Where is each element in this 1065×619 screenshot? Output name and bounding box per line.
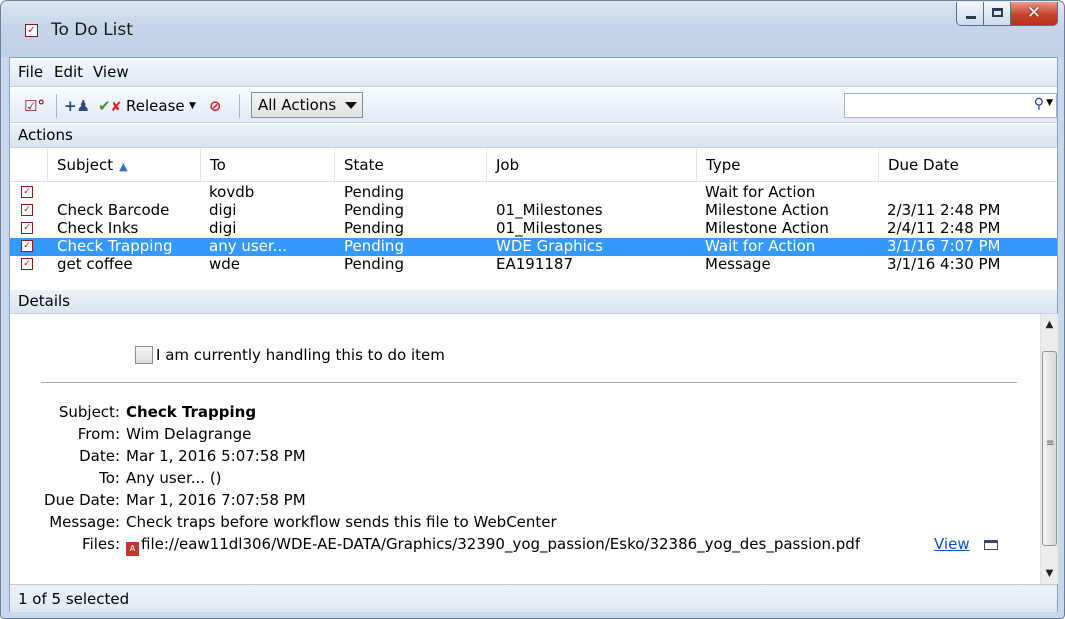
menu-file[interactable]: File [18,63,43,81]
scrollbar-grip-icon: ≡ [1046,438,1055,449]
release-button[interactable]: Release [126,96,185,116]
file-path-link[interactable]: file://eaw11dl306/WDE-AE-DATA/Graphics/3… [141,535,860,553]
scroll-up-icon[interactable]: ▲ [1041,314,1058,334]
to-row: To: Any user... () [10,469,1010,490]
todo-item-icon: ✓ [21,204,33,216]
actions-table-header: Subject ▲ To State Job Type Due Date [10,149,1057,182]
menu-view[interactable]: View [93,63,129,81]
window-controls: ✕ [956,2,1058,29]
message-label: Message: [49,513,120,531]
table-row[interactable]: ✓ kovdb Pending Wait for Action [10,184,1057,202]
subject-value: Check Trapping [126,403,257,421]
todo-window: ✓ To Do List ✕ File Edit View ☑° +♟ ✔✘ R… [0,0,1065,619]
due-date-value: Mar 1, 2016 7:07:58 PM [126,491,306,509]
column-state[interactable]: State [334,149,486,182]
table-row[interactable]: ✓ get coffee wde Pending EA191187 Messag… [10,256,1057,274]
column-due-date[interactable]: Due Date [878,149,1059,182]
close-icon: ✕ [1026,3,1042,23]
actions-section-header: Actions [10,124,1057,148]
subject-row: Subject: Check Trapping [10,403,1010,424]
message-row: Message: Check traps before workflow sen… [10,513,1010,534]
handling-checkbox[interactable] [135,346,153,364]
open-folder-icon[interactable] [984,540,998,550]
action-filter-dropdown[interactable]: All Actions [251,92,363,118]
pdf-file-icon: A [126,542,139,556]
maximize-button[interactable] [984,2,1011,26]
minimize-icon [966,16,976,19]
table-row[interactable]: ✓ Check Barcode digi Pending 01_Mileston… [10,202,1057,220]
window-content: File Edit View ☑° +♟ ✔✘ Release ▼ ⊘ All … [9,57,1058,612]
window-title: To Do List [51,20,133,40]
search-field[interactable]: ⚲ ▼ [844,93,1057,118]
todo-item-icon: ✓ [21,258,33,270]
search-options-icon[interactable]: ▼ [1046,98,1053,108]
todo-app-icon: ✓ [25,24,38,37]
sort-ascending-icon: ▲ [119,160,128,173]
details-scrollbar[interactable]: ▲ ≡ ▼ [1040,314,1058,584]
close-button[interactable]: ✕ [1011,2,1058,26]
toolbar-separator [56,94,57,118]
date-row: Date: Mar 1, 2016 5:07:58 PM [10,447,1010,468]
to-label: To: [99,469,120,487]
details-section-header: Details [10,290,1057,314]
new-todo-icon[interactable]: ☑° [24,96,45,116]
files-label: Files: [82,535,120,553]
chevron-down-icon [345,102,357,109]
details-divider [41,382,1017,383]
message-value: Check traps before workflow sends this f… [126,513,557,531]
due-date-label: Due Date: [44,491,120,509]
menu-bar: File Edit View [10,58,1057,87]
toolbar: ☑° +♟ ✔✘ Release ▼ ⊘ All Actions ⚲ ▼ [10,88,1057,123]
column-subject[interactable]: Subject ▲ [47,149,200,182]
table-row[interactable]: ✓ Check Inks digi Pending 01_Milestones … [10,220,1057,238]
date-value: Mar 1, 2016 5:07:58 PM [126,447,306,465]
details-panel: I am currently handling this to do item … [10,314,1040,584]
from-label: From: [77,425,120,443]
due-date-row: Due Date: Mar 1, 2016 7:07:58 PM [10,491,1010,512]
maximize-icon [992,8,1003,17]
column-to[interactable]: To [200,149,334,182]
minimize-button[interactable] [956,2,984,26]
todo-item-icon: ✓ [21,240,33,252]
column-type[interactable]: Type [696,149,878,182]
status-bar: 1 of 5 selected [10,584,1057,612]
search-icon[interactable]: ⚲ [1034,96,1044,112]
title-bar[interactable]: ✓ To Do List ✕ [1,1,1064,57]
release-dropdown-icon[interactable]: ▼ [189,96,196,116]
from-row: From: Wim Delagrange [10,425,1010,446]
action-filter-value: All Actions [258,96,337,114]
todo-item-icon: ✓ [21,186,33,198]
subject-label: Subject: [58,403,120,421]
cancel-icon[interactable]: ⊘ [209,96,222,116]
scrollbar-thumb[interactable]: ≡ [1042,351,1057,546]
todo-item-icon: ✓ [21,222,33,234]
release-icon[interactable]: ✔✘ [98,96,121,116]
files-row: Files: Afile://eaw11dl306/WDE-AE-DATA/Gr… [10,535,1010,556]
assign-user-icon[interactable]: +♟ [64,96,90,116]
from-value: Wim Delagrange [126,425,252,443]
handling-checkbox-label[interactable]: I am currently handling this to do item [156,346,445,364]
menu-edit[interactable]: Edit [54,63,83,81]
toolbar-separator [239,94,240,118]
date-label: Date: [79,447,120,465]
column-job[interactable]: Job [486,149,696,182]
to-value: Any user... () [126,469,222,487]
table-row-selected[interactable]: ✓ Check Trapping any user... Pending WDE… [10,238,1057,256]
scroll-down-icon[interactable]: ▼ [1041,564,1058,584]
view-file-link[interactable]: View [934,535,970,553]
